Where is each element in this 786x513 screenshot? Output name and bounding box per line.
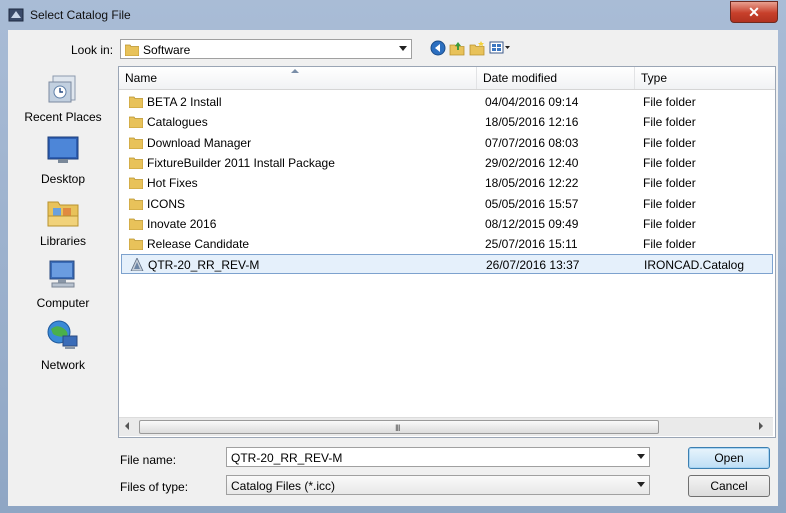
file-name: BETA 2 Install [147,95,222,109]
column-header-type[interactable]: Type [635,67,775,89]
file-date: 05/05/2016 15:57 [485,196,579,211]
file-row[interactable]: Catalogues 18/05/2016 12:16 File folder [121,112,773,132]
view-menu-icon[interactable] [489,40,511,56]
place-desktop[interactable]: Desktop [8,132,118,186]
place-network[interactable]: Network [8,318,118,372]
file-date: 18/05/2016 12:22 [485,176,579,191]
desktop-icon [47,136,79,163]
file-name: Hot Fixes [147,176,198,191]
file-row[interactable]: Hot Fixes 18/05/2016 12:22 File folder [121,173,773,193]
file-row[interactable]: BETA 2 Install 04/04/2016 09:14 File folde… [121,92,773,112]
new-folder-icon[interactable] [469,40,485,56]
horizontal-scrollbar[interactable]: III [119,417,773,436]
file-type-select[interactable]: Catalog Files (*.icc) [226,475,650,495]
scrollbar-thumb[interactable]: III [139,420,659,434]
scroll-right-icon[interactable] [759,422,763,430]
file-name: Inovate 2016 [147,216,217,231]
up-folder-icon[interactable] [449,40,465,56]
file-date: 26/07/2016 13:37 [486,258,580,273]
folder-icon [129,177,143,190]
file-list[interactable]: Name Date modified Type BETA 2 Install 04… [118,66,776,438]
file-type: File folder [643,95,696,109]
folder-icon [125,44,139,56]
file-name-input[interactable]: QTR-20_RR_REV-M [226,447,650,467]
app-icon [8,8,24,22]
file-date: 18/05/2016 12:16 [485,115,579,130]
file-name-value: QTR-20_RR_REV-M [231,451,343,465]
file-row[interactable]: Inovate 2016 08/12/2015 09:49 File folder [121,214,773,234]
folder-icon [129,157,143,169]
folder-icon [129,96,143,108]
place-label: Network [40,358,85,372]
chevron-down-icon [399,46,407,51]
file-name: Release Candidate [147,237,250,252]
file-type: File folder [643,135,696,150]
place-computer[interactable]: Computer [8,256,118,310]
file-date: 04/04/2016 09:14 [485,95,579,109]
place-label: Desktop [40,172,86,186]
back-icon[interactable] [430,40,446,56]
folder-icon [129,116,143,129]
file-row[interactable]: QTR-20_RR_REV-M 26/07/2016 13:37 IRONCAD.C… [121,254,773,275]
close-button[interactable]: ✕ [730,1,778,23]
chevron-down-icon [637,482,645,487]
file-date: 25/07/2016 15:11 [485,237,578,252]
file-date: 08/12/2015 09:49 [485,216,579,231]
file-name-label: File name: [120,453,177,467]
look-in-dropdown[interactable]: Software [120,39,412,59]
place-libraries[interactable]: Libraries [8,194,118,248]
file-type: File folder [643,216,696,231]
dialog-window: Select Catalog File ✕ Look in: Software [0,0,786,513]
file-date: 29/02/2016 12:40 [485,155,579,170]
chevron-down-icon [637,454,645,459]
column-header-name[interactable]: Name [119,67,477,89]
file-row[interactable]: FixtureBuilder 2011 Install Package 29/02… [121,153,773,173]
folder-icon [129,198,143,210]
file-type: File folder [643,237,696,252]
file-row[interactable]: Release Candidate 25/07/2016 15:11 File fo… [121,234,773,254]
scroll-left-icon[interactable] [125,422,129,430]
column-header-date[interactable]: Date modified [477,67,635,89]
recent-places-icon [48,75,76,103]
look-in-value: Software [143,43,191,57]
folder-icon [129,137,143,149]
place-recent-places[interactable]: Recent Places [8,70,118,124]
libraries-icon [47,201,79,227]
list-header: Name Date modified Type [119,67,775,90]
dialog-client: Look in: Software Recent Places Desktop … [8,30,778,506]
place-label: Libraries [39,234,87,248]
file-type: File folder [643,196,696,211]
place-label: Recent Places [24,110,102,124]
look-in-label: Look in: [71,43,114,57]
file-type: File folder [643,155,696,170]
open-button[interactable]: Open [688,447,770,469]
network-icon [47,320,78,349]
folder-icon [129,218,143,230]
file-type-value: Catalog Files (*.icc) [231,479,336,493]
file-name: Catalogues [147,115,208,130]
file-type-label: Files of type: [120,480,189,494]
file-row[interactable]: ICONS 05/05/2016 15:57 File folder [121,194,773,214]
file-date: 07/07/2016 08:03 [485,135,579,150]
file-type: File folder [643,176,696,191]
place-label: Computer [36,296,90,310]
catalog-file-icon [130,258,144,272]
file-type: IRONCAD.Catalog [644,258,745,273]
sort-ascending-icon [291,69,299,73]
file-name: ICONS [147,196,186,211]
computer-icon [49,260,75,288]
file-name: FixtureBuilder 2011 Install Package [147,155,335,170]
window-title: Select Catalog File [30,8,131,22]
cancel-button[interactable]: Cancel [688,475,770,497]
folder-icon [129,238,143,251]
file-type: File folder [643,115,696,130]
places-bar: Recent Places Desktop Libraries Computer… [8,66,118,506]
file-name: QTR-20_RR_REV-M [148,258,260,273]
scrollbar-grip: III [395,423,400,433]
title-bar[interactable]: Select Catalog File ✕ [0,0,786,30]
file-row[interactable]: Download Manager 07/07/2016 08:03 File fol… [121,133,773,153]
file-name: Download Manager [147,135,252,150]
